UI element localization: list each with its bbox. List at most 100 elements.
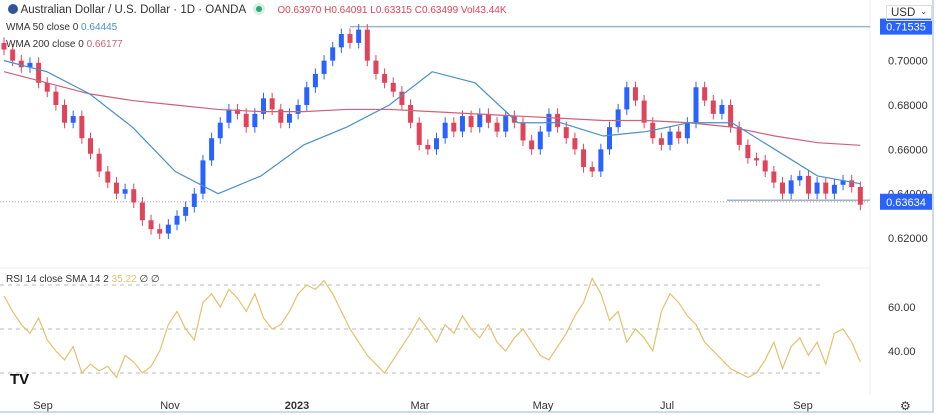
- candle: [105, 171, 111, 183]
- candle: [598, 149, 604, 172]
- candle: [209, 138, 215, 161]
- candle: [226, 109, 232, 123]
- candle: [624, 87, 630, 110]
- candle: [356, 29, 362, 43]
- candle: [434, 138, 439, 150]
- time-tick-label: Nov: [160, 400, 180, 412]
- candle: [191, 193, 197, 207]
- rsi-tick-label: 60.00: [888, 302, 916, 314]
- candle: [780, 182, 785, 194]
- candle: [658, 138, 664, 145]
- price-tick-label: 0.62000: [888, 233, 928, 245]
- candle: [676, 131, 682, 139]
- candle: [96, 153, 102, 172]
- candle: [113, 182, 119, 194]
- candle: [572, 138, 578, 150]
- candle: [607, 127, 612, 150]
- candle: [312, 73, 318, 88]
- candle: [70, 116, 76, 123]
- candle: [555, 113, 561, 128]
- chevron-down-icon: ⌄: [920, 7, 927, 16]
- time-tick-label: Jul: [660, 400, 674, 412]
- candle: [425, 144, 431, 150]
- candle: [200, 160, 206, 194]
- candle: [823, 182, 829, 194]
- candle: [477, 113, 483, 128]
- candle: [632, 87, 638, 101]
- wma200-legend[interactable]: WMA 200 close 0 0.66177: [6, 39, 123, 50]
- candle: [529, 140, 535, 150]
- candle: [762, 160, 768, 172]
- candle: [736, 127, 742, 145]
- candle: [788, 180, 794, 194]
- market-open-icon: [256, 6, 263, 12]
- candle: [252, 113, 258, 128]
- candle: [615, 109, 621, 128]
- candle: [321, 60, 327, 74]
- candle: [408, 104, 414, 123]
- candle: [494, 122, 500, 132]
- candle: [442, 122, 448, 139]
- current-price-label: 0.63634: [886, 197, 926, 209]
- candle: [416, 122, 422, 145]
- candle: [62, 104, 68, 123]
- candle: [684, 122, 690, 139]
- candle: [745, 144, 751, 159]
- candle: [589, 167, 595, 172]
- candle: [451, 122, 457, 132]
- candle: [183, 206, 189, 216]
- candle: [88, 138, 93, 154]
- candle: [771, 171, 777, 183]
- tradingview-logo: TV: [10, 371, 30, 388]
- currency-selector[interactable]: USD ⌄: [886, 5, 932, 21]
- candle: [581, 149, 587, 168]
- candle: [468, 116, 474, 128]
- candle: [797, 175, 803, 181]
- candle: [831, 184, 837, 194]
- candle: [641, 100, 647, 123]
- candle: [10, 49, 16, 61]
- candle: [217, 122, 223, 139]
- candle: [174, 215, 180, 225]
- candle: [364, 29, 370, 61]
- wma50-legend[interactable]: WMA 50 close 0 0.64445: [6, 22, 117, 33]
- candle: [390, 82, 396, 92]
- time-tick-label: May: [533, 400, 554, 412]
- time-tick-label: 2023: [285, 400, 309, 412]
- candle: [710, 100, 716, 114]
- candle: [122, 189, 128, 194]
- candle: [295, 104, 301, 114]
- candle: [53, 91, 59, 105]
- candle: [537, 131, 543, 150]
- price-tick-label: 0.70000: [888, 56, 928, 68]
- chart-canvas[interactable]: 0.700000.680000.660000.640000.6200060.00…: [0, 0, 936, 415]
- candle: [131, 189, 137, 203]
- rsi-tick-label: 40.00: [888, 346, 916, 358]
- candle: [330, 47, 336, 61]
- rsi-legend[interactable]: RSI 14 close SMA 14 2 35.22 ∅ ∅: [6, 274, 160, 285]
- candle: [18, 60, 24, 68]
- candle: [667, 131, 673, 145]
- candle: [459, 116, 465, 132]
- candle: [139, 202, 145, 221]
- candle: [693, 87, 699, 123]
- candle: [269, 98, 275, 110]
- ohlc-values: O0.63970 H0.64091 L0.63315 C0.63499 Vol4…: [277, 5, 507, 16]
- symbol-title[interactable]: Australian Dollar / U.S. Dollar · 1D · O…: [21, 4, 247, 16]
- price-tick-label: 0.66000: [888, 144, 928, 156]
- candle: [728, 104, 734, 128]
- candle: [814, 182, 820, 194]
- chart-window: 0.700000.680000.660000.640000.6200060.00…: [0, 0, 934, 413]
- time-tick-label: Sep: [793, 400, 813, 412]
- candle: [44, 82, 50, 92]
- candle: [520, 122, 526, 141]
- candle: [286, 113, 292, 123]
- symbol-logo-icon: [8, 4, 18, 14]
- price-tick-label: 0.68000: [888, 100, 928, 112]
- candle: [79, 116, 85, 139]
- chart-legend-header: Australian Dollar / U.S. Dollar · 1D · O…: [8, 4, 507, 16]
- candle: [563, 127, 569, 139]
- high-price-label: 0.71535: [886, 22, 926, 34]
- candle: [157, 229, 163, 234]
- settings-icon[interactable]: ⚙: [900, 399, 911, 413]
